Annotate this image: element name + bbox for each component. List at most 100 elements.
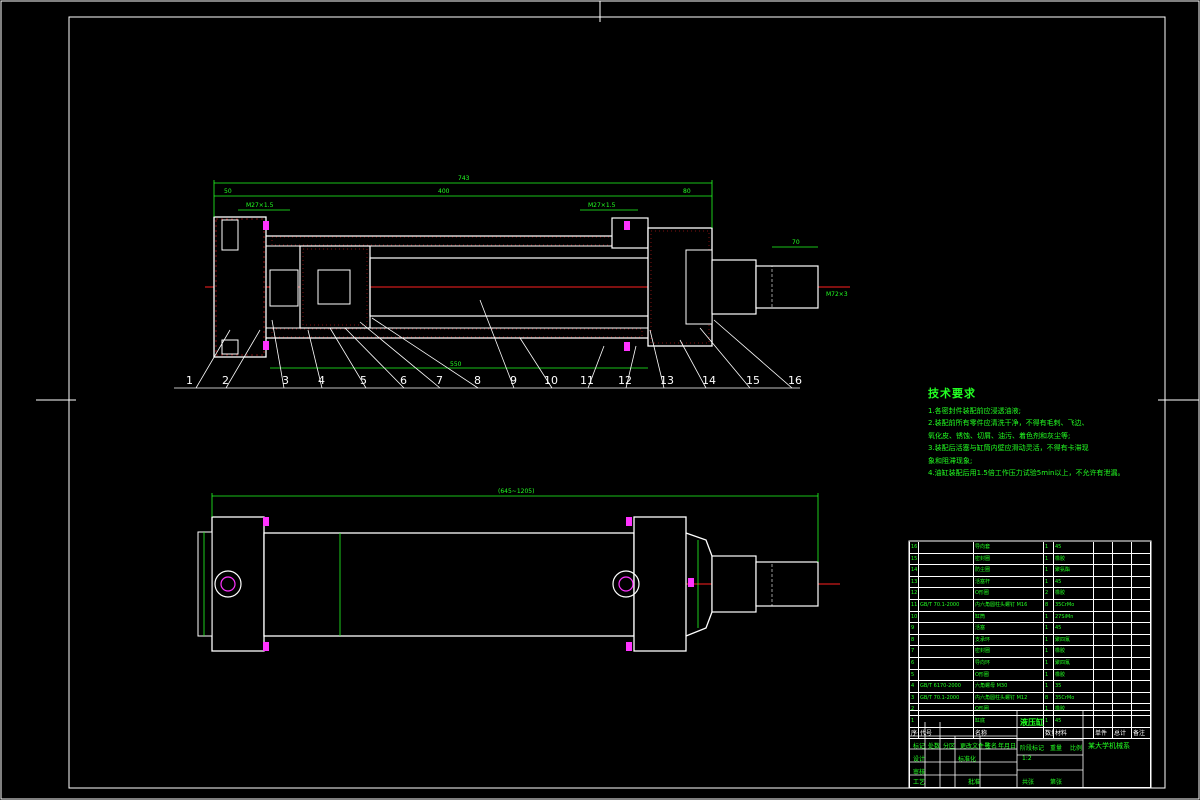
balloon-15: 15 bbox=[746, 374, 760, 387]
bom-cell bbox=[1094, 657, 1113, 670]
rod-thread bbox=[755, 265, 819, 309]
bom-row: 5 O形圈 1 橡胶 bbox=[909, 669, 1151, 682]
bom-cell: 活塞 bbox=[974, 623, 1044, 635]
section-view: 743 400 50 80 M27×1.5 M27×1.5 70 M72×3 5… bbox=[174, 175, 850, 389]
bom-cell: 1 bbox=[1044, 657, 1054, 670]
bom-cell: 35CrMo bbox=[1054, 692, 1094, 705]
tb-label: 阶段标记 bbox=[1020, 745, 1045, 752]
bom-cell: 内六角圆柱头螺钉 M16 bbox=[974, 599, 1044, 612]
tb-label: 标准化 bbox=[958, 756, 977, 763]
tb-label: 审核 bbox=[913, 769, 926, 776]
bom-cell: 1 bbox=[1044, 669, 1054, 682]
bom-cell: 聚四氟 bbox=[1054, 657, 1094, 670]
bom-cell bbox=[919, 611, 974, 624]
balloon-7: 7 bbox=[436, 374, 443, 387]
balloon-12: 12 bbox=[618, 374, 632, 387]
bom-cell bbox=[1132, 634, 1151, 647]
dim-lower-span: 550 bbox=[450, 361, 462, 368]
bom-cell bbox=[919, 553, 974, 566]
organization-name: 某大学机械系 bbox=[1088, 742, 1130, 750]
tb-label: 第张 bbox=[1050, 779, 1063, 786]
dim-overall-bottom: (645~1205) bbox=[498, 488, 534, 495]
barrel-wall-top bbox=[271, 236, 613, 246]
bom-row: 12 O形圈 2 橡胶 bbox=[909, 588, 1151, 600]
bom-cell bbox=[1094, 565, 1113, 577]
bom-row: 6 导向环 1 聚四氟 bbox=[909, 657, 1151, 670]
bom-cell bbox=[1094, 646, 1113, 658]
bom-cell: 8 bbox=[1044, 599, 1054, 612]
lower-left-block bbox=[211, 516, 265, 652]
lower-seal-3 bbox=[626, 517, 632, 526]
lower-left-plate bbox=[197, 531, 213, 637]
balloon-9: 9 bbox=[510, 374, 517, 387]
bom-cell bbox=[919, 669, 974, 682]
bom-cell bbox=[1094, 542, 1113, 554]
lower-rod bbox=[711, 555, 757, 613]
notes-title: 技术要求 bbox=[928, 387, 976, 400]
note-line: 氧化皮、锈蚀、切屑、油污、着色剂和灰尘等; bbox=[928, 431, 1071, 440]
bom-cell: 橡胶 bbox=[1054, 646, 1094, 658]
left-port-bottom bbox=[221, 339, 239, 355]
tb-label: 标记 bbox=[913, 743, 926, 750]
bom-cell bbox=[1132, 576, 1151, 589]
tb-label: 工艺 bbox=[913, 779, 926, 786]
note-line: 象和阻滞现象; bbox=[928, 456, 973, 465]
bom-cell: 1 bbox=[1044, 623, 1054, 635]
piston-inner bbox=[317, 269, 351, 305]
bom-cell: 15 bbox=[909, 553, 919, 566]
bom-cell: 8 bbox=[1044, 692, 1054, 705]
lower-seal-2 bbox=[263, 642, 269, 651]
bom-cell: 活塞杆 bbox=[974, 576, 1044, 589]
bom-row: 4 GB/T 6170-2000 六角螺母 M30 1 35 bbox=[909, 681, 1151, 693]
tb-label: 年月日 bbox=[998, 743, 1017, 750]
drawing-title: 液压缸 bbox=[1020, 718, 1044, 727]
bom-cell bbox=[1113, 599, 1132, 612]
bom-row: 8 支承环 1 聚四氟 bbox=[909, 634, 1151, 647]
tb-label: 分区 bbox=[943, 743, 956, 750]
bom-cell: GB/T 6170-2000 bbox=[919, 681, 974, 693]
bom-cell bbox=[1113, 646, 1132, 658]
bom-cell: 1 bbox=[1044, 681, 1054, 693]
bom-row: 10 缸筒 1 27SiMn bbox=[909, 611, 1151, 624]
tb-label: 批准 bbox=[968, 779, 981, 786]
lower-right-block bbox=[633, 516, 687, 652]
note-line: 4.油缸装配后用1.5倍工作压力试验5min以上，不允许有泄漏。 bbox=[928, 469, 1125, 477]
bom-cell: 橡胶 bbox=[1054, 669, 1094, 682]
bom-cell: 密封圈 bbox=[974, 646, 1044, 658]
dim-port-right: M27×1.5 bbox=[588, 202, 616, 209]
bom-cell bbox=[1113, 669, 1132, 682]
bom-cell bbox=[1113, 692, 1132, 705]
title-block: 液压缸 某大学机械系 1:2 标记 处数 分区 更改文件号 签名 年月日 设计 … bbox=[909, 710, 1151, 788]
bom-cell: 45 bbox=[1054, 623, 1094, 635]
bom-cell: 缸筒 bbox=[974, 611, 1044, 624]
bom-cell bbox=[1113, 542, 1132, 554]
balloon-11: 11 bbox=[580, 374, 594, 387]
bom-cell bbox=[1132, 599, 1151, 612]
bom-cell: 35CrMo bbox=[1054, 599, 1094, 612]
balloon-1: 1 bbox=[186, 374, 193, 387]
bom-cell: 1 bbox=[1044, 611, 1054, 624]
bom-cell bbox=[1094, 599, 1113, 612]
bom-row: 14 防尘圈 1 聚氨酯 bbox=[909, 565, 1151, 577]
bom-cell: 1 bbox=[1044, 565, 1054, 577]
bom-cell: 4 bbox=[909, 681, 919, 693]
lower-seal-4 bbox=[626, 642, 632, 651]
bom-cell bbox=[1094, 634, 1113, 647]
bom-cell bbox=[1132, 611, 1151, 624]
bom-cell: O形圈 bbox=[974, 669, 1044, 682]
balloon-6: 6 bbox=[400, 374, 407, 387]
bom-cell: GB/T 70.1-2000 bbox=[919, 692, 974, 705]
bom-cell bbox=[1094, 692, 1113, 705]
bom-cell: 橡胶 bbox=[1054, 553, 1094, 566]
tb-label: 设计 bbox=[913, 756, 926, 763]
bom-cell: 1 bbox=[1044, 576, 1054, 589]
seal-3 bbox=[624, 221, 630, 230]
bom-cell: 导向环 bbox=[974, 657, 1044, 670]
bom-cell bbox=[1132, 646, 1151, 658]
bom-cell bbox=[919, 657, 974, 670]
bom-cell bbox=[1094, 588, 1113, 600]
seal-1 bbox=[263, 221, 269, 230]
bom-cell bbox=[1094, 681, 1113, 693]
bom-cell: 9 bbox=[909, 623, 919, 635]
bom-cell: 防尘圈 bbox=[974, 565, 1044, 577]
